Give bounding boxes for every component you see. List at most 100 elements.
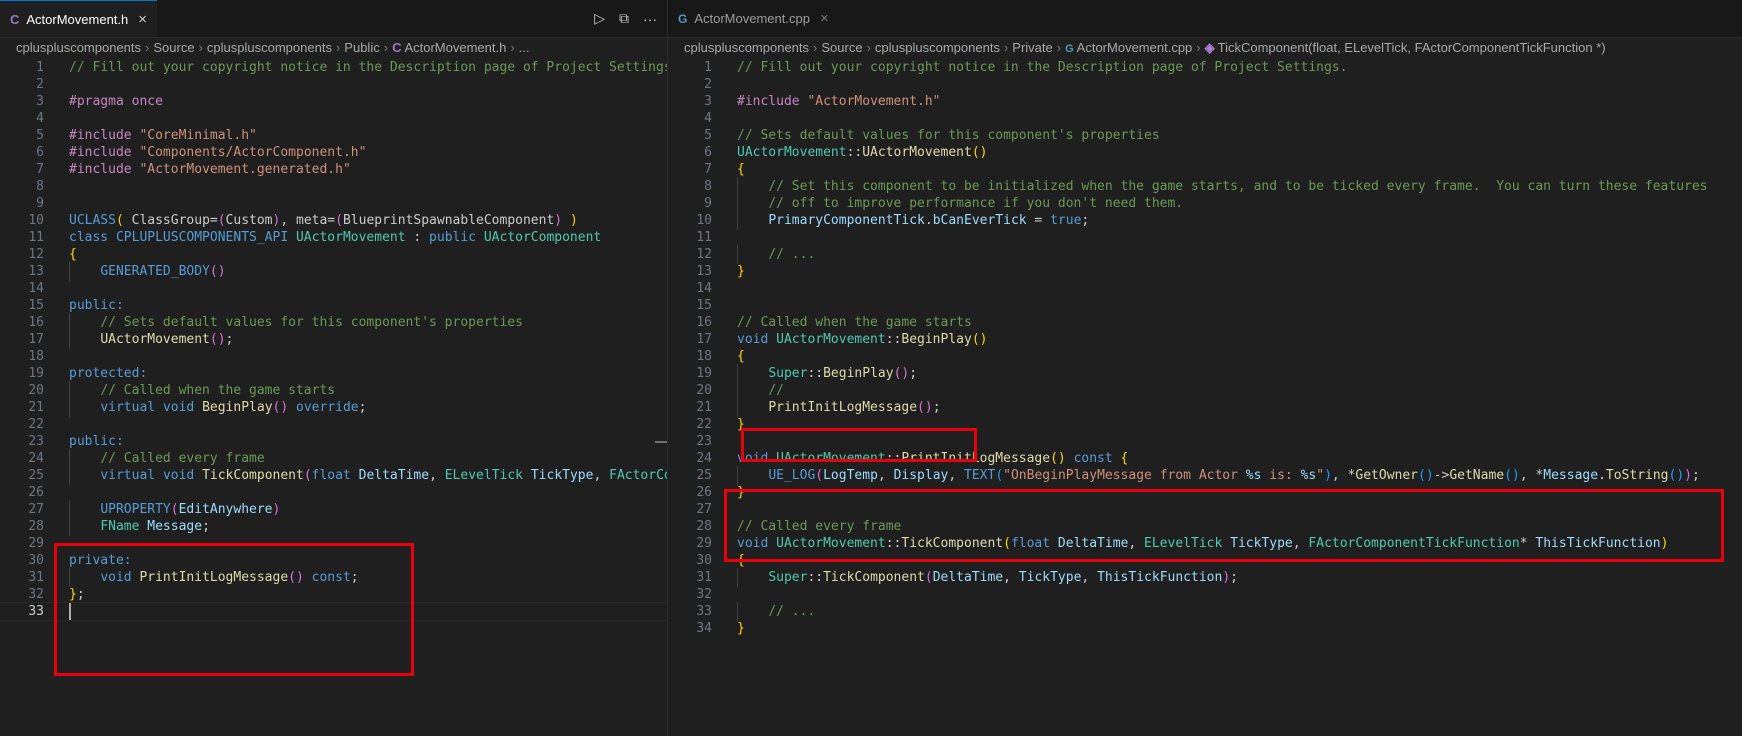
code-token: { <box>737 162 745 177</box>
breadcrumb-item[interactable]: cpluspluscomponents <box>875 40 1000 55</box>
code-token: ELevelTick <box>444 468 524 483</box>
code-token: // Set this component to be initialized … <box>768 179 1708 194</box>
code-token: // <box>768 383 784 398</box>
chevron-right-icon: › <box>335 40 341 55</box>
breadcrumb-item[interactable]: Source <box>153 40 194 55</box>
code-token: UCLASS <box>69 213 116 228</box>
code-token: , * <box>1331 468 1356 483</box>
code-editor[interactable]: 1// Fill out your copyright notice in th… <box>668 58 1742 736</box>
code-token: BeginPlay <box>823 366 894 381</box>
code-token: ClassGroup= <box>123 213 218 228</box>
breadcrumb-item[interactable]: cpluspluscomponents <box>684 40 809 55</box>
code-token: ( <box>815 468 824 483</box>
code-token: , <box>948 468 965 483</box>
code-token: Super <box>768 366 808 381</box>
code-token: PrintInitLogMessage <box>768 400 918 415</box>
code-token: () <box>917 400 933 415</box>
code-token: UActorMovement <box>737 145 847 160</box>
code-token: Message <box>1543 468 1599 483</box>
code-token: Message <box>147 519 203 534</box>
code-token: GENERATED_BODY <box>100 264 210 279</box>
split-editor-icon[interactable]: ⧉ <box>619 10 629 27</box>
code-token: float <box>1010 536 1051 551</box>
tab-label: ActorMovement.cpp <box>694 11 810 26</box>
code-token: virtual <box>100 400 156 415</box>
close-icon[interactable]: × <box>820 10 829 27</box>
code-token: ( <box>303 468 312 483</box>
code-line[interactable]: 34} <box>668 619 1742 638</box>
code-editor[interactable]: 1// Fill out your copyright notice in th… <box>0 58 667 736</box>
breadcrumb-item[interactable]: cpluspluscomponents <box>16 40 141 55</box>
code-token: , <box>877 468 894 483</box>
code-token: UE_LOG <box>768 468 816 483</box>
breadcrumb-item[interactable]: ◈ TickComponent(float, ELevelTick, FActor… <box>1205 40 1606 55</box>
breadcrumb-item[interactable]: Private <box>1012 40 1052 55</box>
code-token: void <box>100 570 132 585</box>
code-token: ( <box>995 468 1004 483</box>
code-token: PrimaryComponentTick <box>768 213 925 228</box>
scrollbar-marker[interactable] <box>655 441 667 443</box>
code-token: DeltaTime <box>358 468 430 483</box>
line-number: 34 <box>696 621 712 636</box>
code-token: :: <box>807 366 824 381</box>
code-token: { <box>737 553 745 568</box>
code-token: #pragma <box>69 94 124 109</box>
code-token: :: <box>807 570 824 585</box>
code-token: ; <box>202 519 210 534</box>
right-tab-bar: G ActorMovement.cpp × <box>668 0 1742 38</box>
code-token: ; <box>358 400 367 415</box>
code-token: } <box>737 621 745 636</box>
code-token: const <box>1073 451 1113 466</box>
code-token: void <box>737 451 769 466</box>
more-actions-icon[interactable]: ··· <box>643 11 657 27</box>
code-token: private: <box>69 553 132 568</box>
code-token: %s <box>1300 468 1317 483</box>
breadcrumb-label: cpluspluscomponents <box>874 40 1000 55</box>
code-token: override <box>296 400 359 415</box>
code-token: protected: <box>69 366 148 381</box>
breadcrumb-item[interactable]: cpluspluscomponents <box>207 40 332 55</box>
cpp-source-file-icon: G <box>678 11 688 26</box>
code-token: UActorMovement <box>100 332 210 347</box>
breadcrumb-item[interactable]: C ActorMovement.h <box>392 40 506 55</box>
text-cursor <box>69 603 71 620</box>
tab-actormovement-cpp[interactable]: G ActorMovement.cpp × <box>668 0 839 37</box>
chevron-right-icon: › <box>1056 40 1062 55</box>
code-token: : <box>405 230 430 245</box>
code-token: float <box>311 468 351 483</box>
code-token: () <box>209 332 226 347</box>
breadcrumb-item[interactable]: ... <box>519 40 530 55</box>
code-token: . <box>924 213 933 228</box>
run-icon[interactable]: ▷ <box>594 10 605 27</box>
breadcrumb-item[interactable]: Public <box>344 40 379 55</box>
code-token: ; <box>225 332 234 347</box>
code-token: UActorMovement <box>776 536 886 551</box>
code-token: "OnBeginPlayMessage from Actor <box>1003 468 1246 483</box>
code-token: , meta= <box>280 213 336 228</box>
code-token: ; <box>932 400 941 415</box>
breadcrumb-item[interactable]: Source <box>821 40 862 55</box>
tab-actormovement-h[interactable]: C ActorMovement.h × <box>0 0 158 37</box>
code-token: void <box>162 468 195 483</box>
breadcrumb-item[interactable]: G ActorMovement.cpp <box>1065 40 1192 55</box>
chevron-right-icon: › <box>866 40 871 55</box>
code-token: Super <box>768 570 808 585</box>
close-icon[interactable]: × <box>138 11 147 28</box>
code-line[interactable]: 33 <box>0 602 667 621</box>
code-token: #include <box>69 162 132 177</box>
chevron-right-icon: › <box>1196 40 1201 55</box>
